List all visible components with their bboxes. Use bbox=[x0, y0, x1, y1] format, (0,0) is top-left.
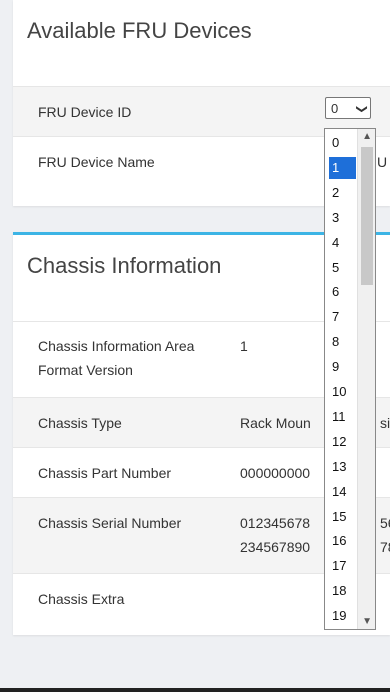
dropdown-option[interactable]: 4 bbox=[329, 232, 356, 254]
chassis-format-version-label: Chassis Information Area Format Version bbox=[38, 338, 195, 378]
dropdown-option[interactable]: 7 bbox=[329, 306, 356, 328]
chassis-card-title: Chassis Information bbox=[27, 253, 222, 278]
chassis-serial-tail-2: 78 bbox=[380, 539, 390, 555]
dropdown-scrollbar[interactable]: ▲ ▼ bbox=[357, 129, 375, 629]
dropdown-option[interactable]: 14 bbox=[329, 481, 356, 503]
dropdown-option[interactable]: 0 bbox=[329, 132, 356, 154]
chassis-serial-number-label: Chassis Serial Number bbox=[38, 515, 182, 531]
dropdown-option[interactable]: 12 bbox=[329, 431, 356, 453]
dropdown-option[interactable]: 19 bbox=[329, 605, 356, 627]
dropdown-option[interactable]: 3 bbox=[329, 207, 356, 229]
chevron-down-icon: ❮ bbox=[355, 104, 368, 114]
chassis-extra-label: Chassis Extra bbox=[38, 591, 125, 607]
dropdown-option[interactable]: 5 bbox=[329, 257, 356, 279]
chassis-serial-tail-1: 56 bbox=[380, 515, 390, 531]
chassis-type-value: Rack Moun bbox=[240, 415, 311, 431]
dropdown-option[interactable]: 16 bbox=[329, 530, 356, 552]
dropdown-option[interactable]: 18 bbox=[329, 580, 356, 602]
bottom-bar bbox=[0, 688, 390, 692]
dropdown-option[interactable]: 6 bbox=[329, 281, 356, 303]
scroll-up-icon[interactable]: ▲ bbox=[362, 131, 372, 142]
fru-device-id-dropdown-list[interactable]: ▲ ▼ 0 1 2 3 4 5 6 7 8 9 10 11 12 13 14 15 16 17 18 19 bbox=[324, 128, 376, 630]
dropdown-option[interactable]: 11 bbox=[329, 406, 356, 428]
fru-device-name-value: U bbox=[377, 154, 388, 170]
fru-device-name-label: FRU Device Name bbox=[38, 154, 155, 170]
scroll-down-icon[interactable]: ▼ bbox=[362, 616, 372, 627]
dropdown-option[interactable]: 1 bbox=[329, 156, 356, 179]
fru-select-value: 0 bbox=[331, 101, 339, 116]
chassis-format-version-value: 1 bbox=[240, 338, 248, 354]
dropdown-option[interactable]: 9 bbox=[329, 356, 356, 378]
chassis-serial-number-value: 012345678 bbox=[240, 515, 311, 531]
chassis-part-number-value: 000000000 bbox=[240, 465, 311, 481]
chassis-type-value-tail: sis bbox=[380, 415, 390, 431]
chassis-part-number-label: Chassis Part Number bbox=[38, 465, 172, 481]
dropdown-option[interactable]: 17 bbox=[329, 555, 356, 577]
fru-card-title: Available FRU Devices bbox=[27, 18, 252, 43]
dropdown-option[interactable]: 15 bbox=[329, 506, 356, 528]
dropdown-option[interactable]: 8 bbox=[329, 331, 356, 353]
fru-device-id-label: FRU Device ID bbox=[38, 104, 132, 120]
scroll-thumb[interactable] bbox=[361, 147, 373, 285]
chassis-serial-number-value-line2: 234567890 bbox=[240, 539, 311, 555]
chassis-type-label: Chassis Type bbox=[38, 415, 122, 431]
dropdown-option[interactable]: 13 bbox=[329, 456, 356, 478]
fru-device-id-select[interactable]: 0 ❮ bbox=[325, 97, 371, 119]
dropdown-option[interactable]: 10 bbox=[329, 381, 356, 403]
dropdown-option[interactable]: 2 bbox=[329, 182, 356, 204]
